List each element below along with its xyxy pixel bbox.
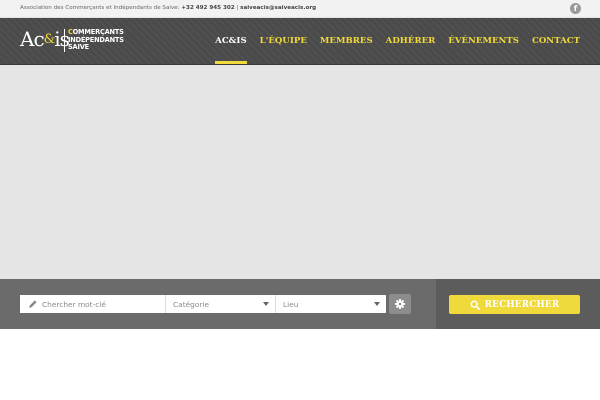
facebook-icon[interactable]: f	[570, 3, 581, 14]
chevron-down-icon	[263, 302, 269, 306]
nav-item-evenements[interactable]: ÉVÉNEMENTS	[448, 18, 519, 64]
location-field[interactable]	[276, 295, 386, 313]
pencil-icon	[29, 300, 37, 308]
chevron-down-icon	[374, 302, 380, 306]
logo-line-3: SAIVE	[68, 43, 89, 52]
nav-item-adherer[interactable]: ADHÉRER	[386, 18, 436, 64]
email-link[interactable]: saiveacis@saiveacis.org	[240, 5, 316, 11]
search-icon	[470, 300, 480, 310]
map-area[interactable]	[0, 65, 600, 279]
category-field[interactable]	[166, 295, 276, 313]
association-text: Association des Commerçants et Indépenda…	[20, 5, 180, 11]
category-select[interactable]	[173, 295, 258, 313]
nav-item-contact[interactable]: CONTACT	[532, 18, 580, 64]
search-fields	[20, 295, 386, 313]
site-header: Ac&is COMMERÇANTS INDÉPENDANTS SAIVE AC&…	[0, 18, 600, 65]
separator: |	[236, 5, 239, 11]
phone-link[interactable]: +32 492 945 302	[181, 5, 234, 11]
nav-item-acis[interactable]: AC&IS	[215, 18, 247, 64]
contact-info: Association des Commerçants et Indépenda…	[20, 4, 316, 12]
location-select[interactable]	[283, 295, 368, 313]
keyword-field	[20, 295, 166, 313]
nav-item-membres[interactable]: MEMBRES	[320, 18, 373, 64]
search-button-label: RECHERCHER	[484, 299, 560, 310]
search-button[interactable]: RECHERCHER	[449, 295, 580, 314]
keyword-input[interactable]	[42, 295, 160, 313]
site-logo[interactable]: Ac&is COMMERÇANTS INDÉPENDANTS SAIVE	[20, 26, 130, 56]
gear-icon	[395, 299, 405, 309]
logo-text: COMMERÇANTS INDÉPENDANTS SAIVE	[64, 28, 124, 52]
top-info-bar: Association des Commerçants et Indépenda…	[0, 0, 600, 18]
advanced-search-button[interactable]	[389, 294, 411, 314]
logo-mark: Ac&is	[20, 27, 70, 51]
nav-item-equipe[interactable]: L'ÉQUIPE	[260, 18, 307, 64]
main-nav: AC&IS L'ÉQUIPE MEMBRES ADHÉRER ÉVÉNEMENT…	[215, 18, 580, 64]
